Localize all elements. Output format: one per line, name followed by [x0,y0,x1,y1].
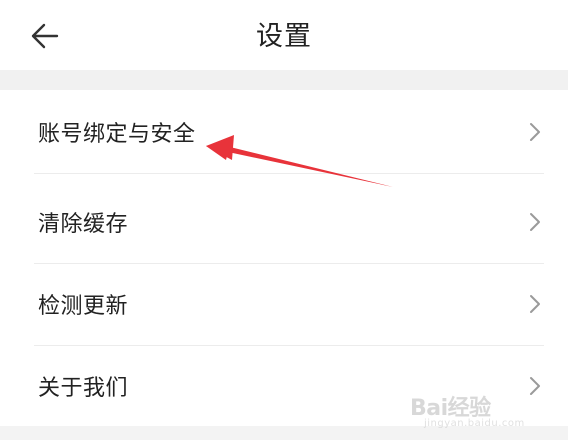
menu-item-clear-cache[interactable]: 清除缓存 [0,180,568,264]
menu-item-about-us[interactable]: 关于我们 [0,344,568,428]
chevron-right-icon [530,295,540,313]
app-header: 设置 [0,0,568,70]
separator [34,173,544,174]
menu-item-account-security[interactable]: 账号绑定与安全 [0,90,568,174]
settings-screen: 设置 账号绑定与安全 清除缓存 检测更新 关于我们 Bai经验 jingyan.… [0,0,568,440]
chevron-right-icon [530,123,540,141]
header-divider [0,70,568,90]
menu-item-check-update[interactable]: 检测更新 [0,262,568,346]
menu-item-label: 账号绑定与安全 [38,122,196,147]
bottom-band [0,426,568,440]
page-title: 设置 [256,21,312,52]
settings-menu: 账号绑定与安全 清除缓存 检测更新 关于我们 [0,90,568,426]
chevron-right-icon [530,213,540,231]
chevron-right-icon [530,377,540,395]
menu-item-label: 清除缓存 [38,212,129,237]
menu-item-label: 检测更新 [38,294,129,319]
menu-item-label: 关于我们 [38,376,129,401]
